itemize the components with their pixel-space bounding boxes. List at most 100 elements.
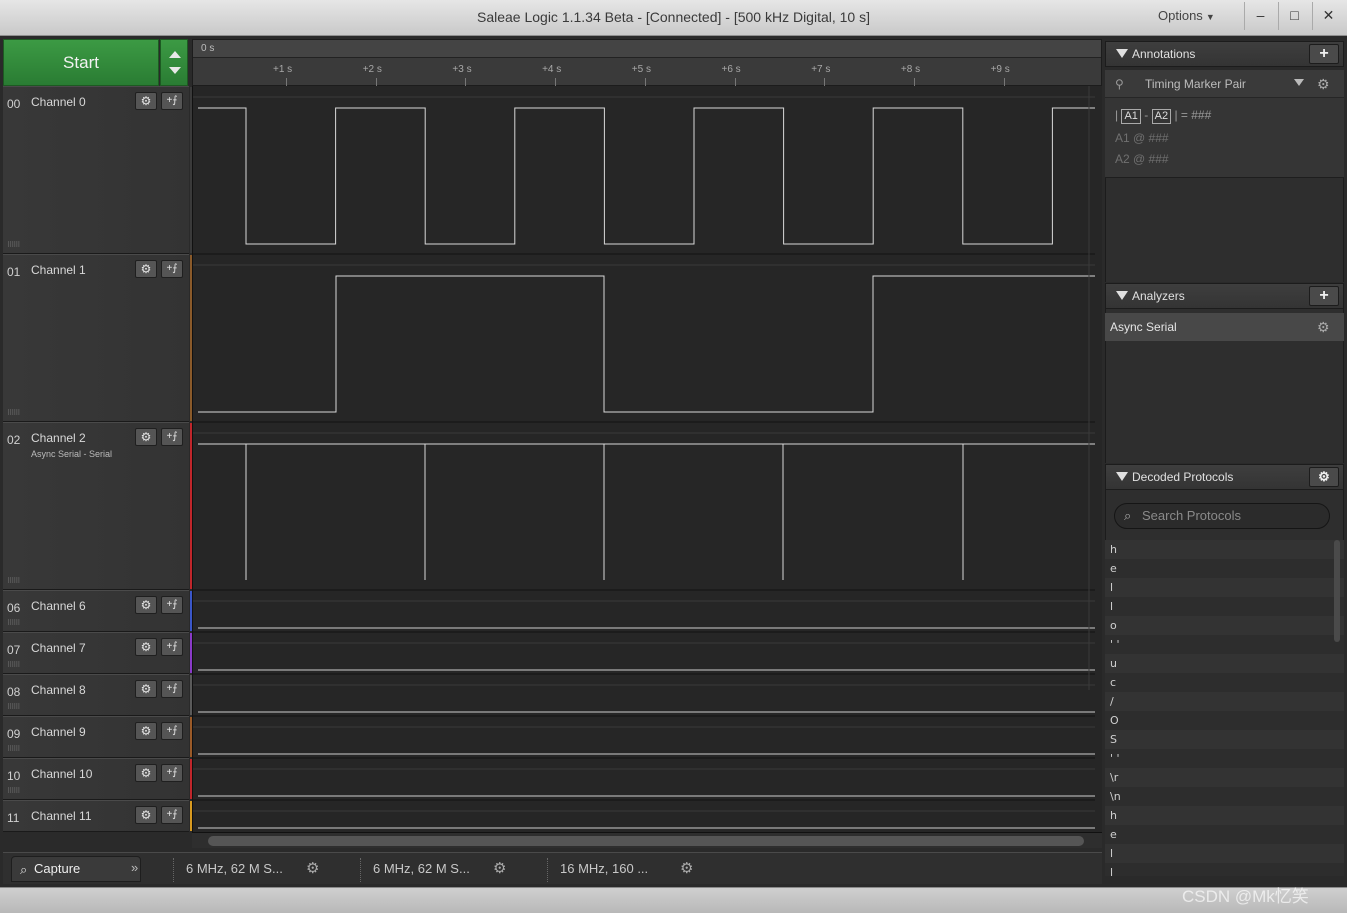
trigger-icon[interactable]: +⨍	[161, 596, 183, 614]
channel-row[interactable]: 01 Channel 1 ⚙ +⨍ ⠿⠿⠿	[3, 254, 194, 422]
dropdown-icon[interactable]	[1294, 79, 1304, 86]
decoded-item[interactable]: l	[1105, 844, 1344, 863]
session-tab-3[interactable]: 16 MHz, 160 ... ⚙	[547, 858, 717, 882]
channel-name[interactable]: Channel 11	[31, 809, 92, 823]
drag-handle-icon[interactable]: ⠿⠿⠿	[7, 241, 20, 249]
trigger-icon[interactable]: +⨍	[161, 92, 183, 110]
close-button[interactable]: ✕	[1312, 2, 1344, 30]
channel-name[interactable]: Channel 10	[31, 767, 92, 781]
decoded-item[interactable]: ' '	[1105, 635, 1344, 654]
trigger-icon[interactable]: +⨍	[161, 260, 183, 278]
channel-row[interactable]: 11 Channel 11 ⚙ +⨍	[3, 800, 194, 832]
gear-icon[interactable]: ⚙	[135, 260, 157, 278]
decoded-item[interactable]: l	[1105, 578, 1344, 597]
analyzers-header[interactable]: Analyzers +	[1105, 283, 1344, 309]
gear-icon[interactable]: ⚙	[1317, 70, 1330, 98]
drag-handle-icon[interactable]: ⠿⠿⠿	[7, 703, 20, 711]
decoded-protocols-header[interactable]: Decoded Protocols ⚙	[1105, 464, 1344, 490]
channel-name[interactable]: Channel 1	[31, 263, 86, 277]
decoded-item[interactable]: h	[1105, 806, 1344, 825]
marker-a2-button[interactable]: A2	[1151, 109, 1172, 124]
waveform-area[interactable]	[192, 86, 1102, 832]
add-analyzer-button[interactable]: +	[1309, 286, 1339, 306]
channel-name[interactable]: Channel 8	[31, 683, 86, 697]
capture-tab[interactable]: ⌕ Capture	[11, 856, 141, 882]
trigger-icon[interactable]: +⨍	[161, 638, 183, 656]
scroll-thumb[interactable]	[208, 836, 1084, 846]
drag-handle-icon[interactable]: ⠿⠿⠿	[7, 409, 20, 417]
decoded-item[interactable]: h	[1105, 540, 1344, 559]
decoded-item[interactable]: ' '	[1105, 749, 1344, 768]
gear-icon[interactable]: ⚙	[135, 680, 157, 698]
channel-row[interactable]: 06 Channel 6 ⚙ +⨍ ⠿⠿⠿	[3, 590, 194, 632]
gear-icon[interactable]: ⚙	[1317, 313, 1330, 341]
channel-name[interactable]: Channel 2	[31, 431, 86, 445]
pin-icon: ⚲	[1115, 77, 1124, 91]
channel-name[interactable]: Channel 7	[31, 641, 86, 655]
gear-icon[interactable]: ⚙	[135, 764, 157, 782]
window-title: Saleae Logic 1.1.34 Beta - [Connected] -…	[476, 9, 870, 25]
trigger-icon[interactable]: +⨍	[161, 680, 183, 698]
horizontal-scrollbar[interactable]	[192, 832, 1102, 848]
session-tab-1[interactable]: 6 MHz, 62 M S... ⚙	[173, 858, 343, 882]
decoded-item[interactable]: e	[1105, 825, 1344, 844]
channel-name[interactable]: Channel 6	[31, 599, 86, 613]
channel-row[interactable]: 08 Channel 8 ⚙ +⨍ ⠿⠿⠿	[3, 674, 194, 716]
gear-icon[interactable]: ⚙	[135, 428, 157, 446]
drag-handle-icon[interactable]: ⠿⠿⠿	[7, 745, 20, 753]
decoded-item[interactable]: \r	[1105, 768, 1344, 787]
minimize-button[interactable]: –	[1244, 2, 1276, 30]
trigger-icon[interactable]: +⨍	[161, 722, 183, 740]
vertical-scrollbar[interactable]	[1334, 540, 1340, 642]
decoded-item[interactable]: l	[1105, 863, 1344, 876]
drag-handle-icon[interactable]: ⠿⠿⠿	[7, 577, 20, 585]
decoded-item[interactable]: u	[1105, 654, 1344, 673]
time-ruler[interactable]: 0 s +1 s +2 s +3 s +4 s +5 s +6 s +7 s +8 s +9 s	[192, 39, 1102, 86]
channel-name[interactable]: Channel 9	[31, 725, 86, 739]
gear-icon[interactable]: ⚙	[135, 638, 157, 656]
gear-icon[interactable]: ⚙	[680, 858, 693, 880]
decoded-item[interactable]: S	[1105, 730, 1344, 749]
channel-row[interactable]: 07 Channel 7 ⚙ +⨍ ⠿⠿⠿	[3, 632, 194, 674]
gear-icon[interactable]: ⚙	[493, 858, 506, 880]
gear-icon[interactable]: ⚙	[135, 722, 157, 740]
add-annotation-button[interactable]: +	[1309, 44, 1339, 64]
options-menu[interactable]: Options ▼	[1158, 8, 1238, 28]
channel-number: 07	[7, 643, 21, 657]
trigger-icon[interactable]: +⨍	[161, 764, 183, 782]
decoded-settings-button[interactable]: ⚙	[1309, 467, 1339, 487]
gear-icon[interactable]: ⚙	[306, 858, 319, 880]
search-protocols-input[interactable]: ⌕ Search Protocols	[1114, 503, 1330, 529]
channel-row[interactable]: 10 Channel 10 ⚙ +⨍ ⠿⠿⠿	[3, 758, 194, 800]
decoded-item[interactable]: o	[1105, 616, 1344, 635]
decoded-item[interactable]: O	[1105, 711, 1344, 730]
timing-marker-pair-row[interactable]: ⚲ Timing Marker Pair ⚙	[1105, 70, 1344, 98]
channel-row[interactable]: 02 Channel 2 Async Serial - Serial ⚙ +⨍ ⠿⠿⠿	[3, 422, 194, 590]
decoded-item[interactable]: e	[1105, 559, 1344, 578]
channel-name[interactable]: Channel 0	[31, 95, 86, 109]
channel-row[interactable]: 09 Channel 9 ⚙ +⨍ ⠿⠿⠿	[3, 716, 194, 758]
marker-a1-button[interactable]: A1	[1121, 109, 1141, 124]
trigger-icon[interactable]: +⨍	[161, 428, 183, 446]
start-options-button[interactable]	[160, 39, 188, 86]
decoded-item[interactable]: c	[1105, 673, 1344, 692]
drag-handle-icon[interactable]: ⠿⠿⠿	[7, 619, 20, 627]
trigger-icon[interactable]: +⨍	[161, 806, 183, 824]
decoded-item[interactable]: /	[1105, 692, 1344, 711]
decoded-item[interactable]: \n	[1105, 787, 1344, 806]
decoded-item[interactable]: l	[1105, 597, 1344, 616]
drag-handle-icon[interactable]: ⠿⠿⠿	[7, 661, 20, 669]
gear-icon[interactable]: ⚙	[135, 92, 157, 110]
ruler-tick-label: +7 s	[811, 64, 831, 75]
decoded-protocols-list[interactable]: h e l l o ' ' u c / O S ' ' \r \n h e l l	[1105, 540, 1344, 876]
gear-icon[interactable]: ⚙	[135, 596, 157, 614]
more-tabs-button[interactable]: »	[131, 860, 138, 875]
drag-handle-icon[interactable]: ⠿⠿⠿	[7, 787, 20, 795]
maximize-button[interactable]: □	[1278, 2, 1310, 30]
session-tab-2[interactable]: 6 MHz, 62 M S... ⚙	[360, 858, 530, 882]
annotations-header[interactable]: Annotations +	[1105, 41, 1344, 67]
start-button[interactable]: Start	[3, 39, 159, 86]
analyzer-item[interactable]: Async Serial ⚙	[1105, 313, 1344, 341]
gear-icon[interactable]: ⚙	[135, 806, 157, 824]
channel-row[interactable]: 00 Channel 0 ⚙ +⨍ ⠿⠿⠿	[3, 86, 194, 254]
